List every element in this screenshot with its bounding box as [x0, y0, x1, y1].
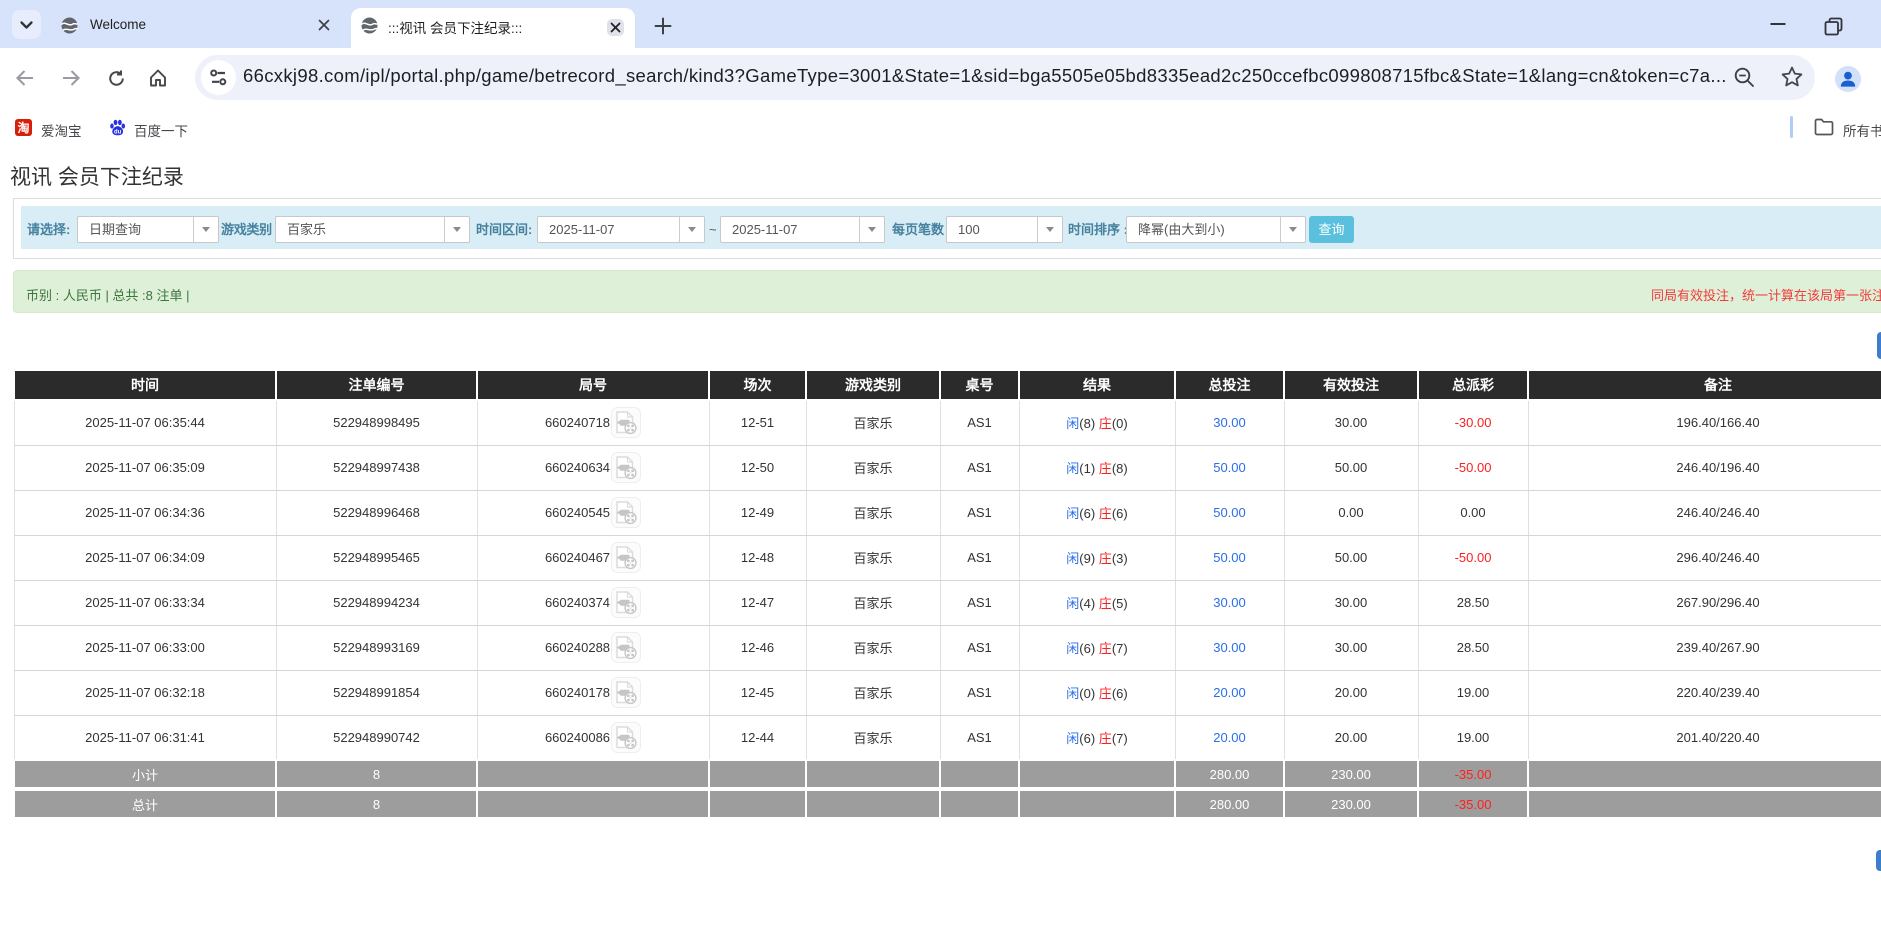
svg-text:du: du — [114, 129, 122, 135]
svg-text:淘: 淘 — [17, 120, 29, 135]
